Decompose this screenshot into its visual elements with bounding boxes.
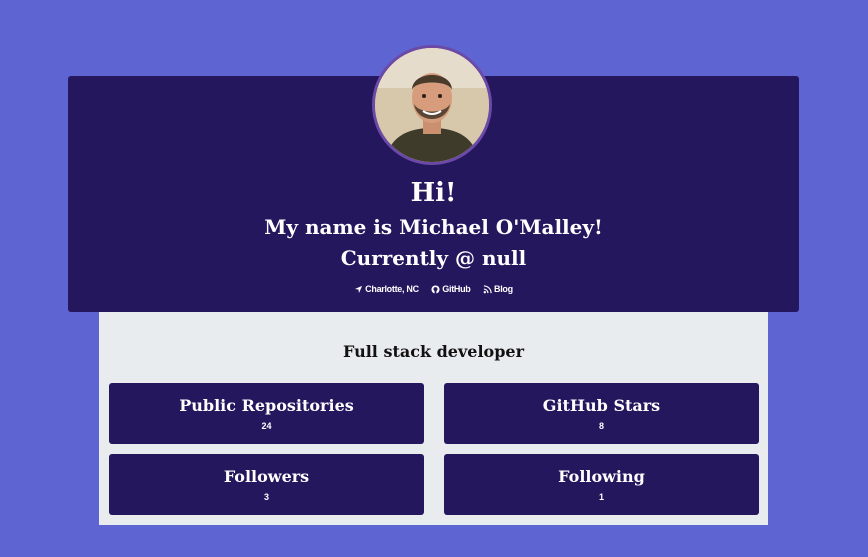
- stat-card-github-stars[interactable]: GitHub Stars 8: [444, 383, 759, 444]
- stat-card-public-repositories[interactable]: Public Repositories 24: [109, 383, 424, 444]
- name-heading: My name is Michael O'Malley!: [264, 215, 603, 239]
- stat-value: 24: [261, 421, 272, 431]
- github-icon: [431, 284, 440, 294]
- github-link[interactable]: GitHub: [431, 284, 471, 294]
- location-link[interactable]: Charlotte, NC: [354, 284, 419, 294]
- stat-value: 3: [263, 492, 269, 502]
- stat-title: Following: [558, 467, 645, 486]
- company-heading: Currently @ null: [340, 246, 527, 270]
- rss-icon: [483, 284, 492, 293]
- stat-title: Public Repositories: [179, 396, 354, 415]
- stat-title: Followers: [223, 467, 310, 486]
- blog-link[interactable]: Blog: [483, 284, 513, 294]
- greeting-heading: Hi!: [410, 178, 457, 208]
- avatar-photo: [375, 48, 489, 162]
- profile-content-panel: Full stack developer Public Repositories…: [99, 312, 768, 525]
- location-label: Charlotte, NC: [365, 284, 419, 294]
- stat-title: GitHub Stars: [542, 396, 661, 415]
- stat-card-followers[interactable]: Followers 3: [109, 454, 424, 515]
- tagline: Full stack developer: [343, 342, 524, 361]
- stat-value: 8: [598, 421, 604, 431]
- profile-avatar: [372, 45, 492, 165]
- blog-label: Blog: [494, 284, 513, 294]
- stat-card-following[interactable]: Following 1: [444, 454, 759, 515]
- profile-links: Charlotte, NC GitHub Blog: [68, 284, 799, 296]
- github-label: GitHub: [442, 284, 471, 294]
- location-arrow-icon: [355, 285, 363, 293]
- stat-value: 1: [598, 492, 604, 502]
